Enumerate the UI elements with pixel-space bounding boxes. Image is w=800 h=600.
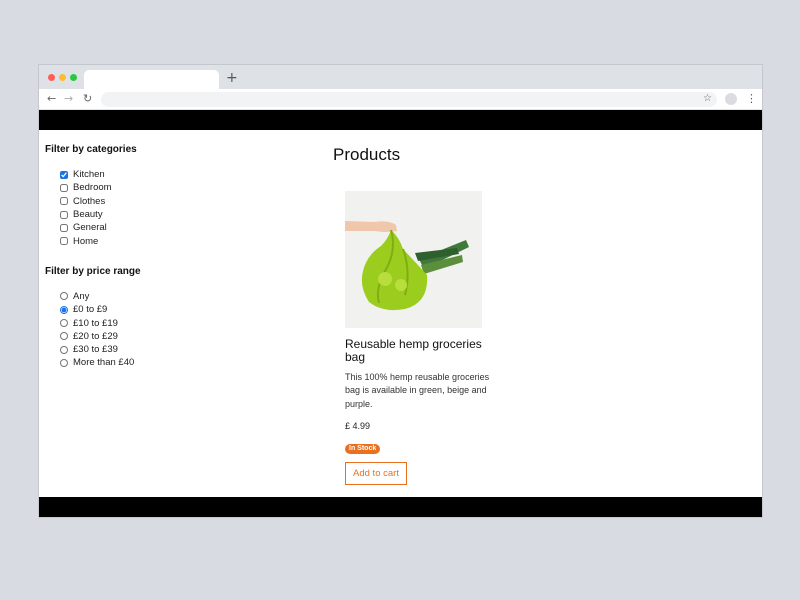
categories-filter-title: Filter by categories	[45, 144, 137, 155]
minimize-window-button[interactable]	[59, 74, 66, 81]
category-checkbox[interactable]	[60, 237, 68, 246]
price-range-option[interactable]: Any	[60, 290, 225, 303]
category-label: General	[73, 222, 107, 234]
price-range-radio[interactable]	[60, 345, 68, 354]
filter-sidebar: Filter by categories Kitchen Bedroom Cloth…	[45, 143, 225, 370]
price-range-label: More than £40	[73, 357, 135, 369]
grocery-bag-illustration	[345, 191, 482, 328]
category-option[interactable]: Bedroom	[60, 181, 225, 194]
tab-strip: +	[39, 65, 762, 89]
address-bar[interactable]	[101, 92, 717, 107]
maximize-window-button[interactable]	[70, 74, 77, 81]
categories-list: Kitchen Bedroom Clothes Beauty General Home	[60, 168, 225, 248]
category-option[interactable]: Kitchen	[60, 168, 225, 181]
price-range-option[interactable]: £0 to £9	[60, 303, 225, 316]
price-range-label: £10 to £19	[73, 317, 118, 329]
price-range-option[interactable]: £20 to £29	[60, 330, 225, 343]
category-label: Bedroom	[73, 182, 112, 194]
price-range-radio[interactable]	[60, 358, 68, 367]
forward-arrow-icon[interactable]: →	[64, 91, 73, 107]
back-arrow-icon[interactable]: ←	[47, 91, 56, 107]
price-range-label: £20 to £29	[73, 330, 118, 342]
price-range-list: Any £0 to £9 £10 to £19 £20 to £29 £30 to £3…	[60, 290, 225, 370]
close-window-button[interactable]	[48, 74, 55, 81]
product-price: £ 4.99	[345, 420, 371, 431]
browser-toolbar: ← → ↻ ☆ ⋮	[39, 89, 762, 110]
price-filter-title: Filter by price range	[45, 265, 141, 277]
category-label: Clothes	[73, 195, 106, 207]
category-option[interactable]: Home	[60, 234, 225, 247]
price-range-radio[interactable]	[60, 292, 68, 301]
browser-window: + ← → ↻ ☆ ⋮ Filter by categories Kitchen…	[39, 65, 762, 517]
page-title: Products	[333, 145, 401, 164]
product-name[interactable]: Reusable hemp groceries bag	[345, 338, 491, 364]
bookmark-star-icon[interactable]: ☆	[703, 92, 712, 106]
price-range-label: £30 to £39	[73, 344, 118, 356]
product-card: Reusable hemp groceries bag This 100% he…	[345, 191, 491, 485]
category-option[interactable]: Clothes	[60, 195, 225, 208]
category-checkbox[interactable]	[60, 223, 68, 232]
stock-badge: In Stock	[345, 443, 381, 454]
price-range-option[interactable]: £30 to £39	[60, 343, 225, 356]
reload-icon[interactable]: ↻	[83, 91, 92, 107]
category-checkbox[interactable]	[60, 183, 68, 192]
category-checkbox[interactable]	[60, 210, 68, 219]
site-header	[39, 110, 762, 130]
price-range-option[interactable]: £10 to £19	[60, 316, 225, 329]
category-option[interactable]: General	[60, 221, 225, 234]
category-option[interactable]: Beauty	[60, 208, 225, 221]
category-label: Kitchen	[73, 169, 105, 181]
kebab-menu-icon[interactable]: ⋮	[746, 91, 757, 107]
category-checkbox[interactable]	[60, 197, 68, 206]
profile-avatar[interactable]	[725, 93, 737, 105]
web-page: Filter by categories Kitchen Bedroom Cloth…	[39, 110, 762, 517]
category-label: Beauty	[73, 209, 103, 221]
category-checkbox[interactable]	[60, 170, 68, 179]
add-to-cart-button[interactable]: Add to cart	[345, 461, 407, 485]
category-label: Home	[73, 235, 99, 247]
site-footer	[39, 497, 762, 517]
product-description: This 100% hemp reusable groceries bag is…	[345, 372, 490, 409]
new-tab-icon[interactable]: +	[226, 69, 238, 87]
price-range-option[interactable]: More than £40	[60, 356, 225, 369]
price-range-radio[interactable]	[60, 305, 68, 314]
price-range-label: Any	[73, 290, 90, 302]
price-range-radio[interactable]	[60, 332, 68, 341]
price-range-label: £0 to £9	[73, 304, 108, 316]
product-image[interactable]	[345, 191, 482, 328]
price-range-radio[interactable]	[60, 319, 68, 328]
browser-tab[interactable]	[84, 70, 219, 89]
